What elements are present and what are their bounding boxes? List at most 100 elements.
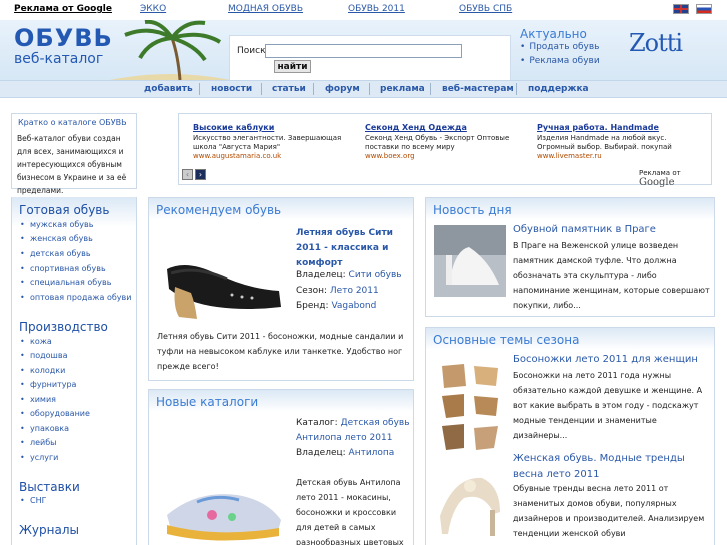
sidebar-heading-magazines[interactable]: Журналы <box>19 523 79 537</box>
nav-add[interactable]: добавить <box>144 84 193 94</box>
ads-by-google-label[interactable]: Реклама от Google <box>639 169 711 188</box>
sidebar-item[interactable]: кожа <box>20 337 52 346</box>
ad-item[interactable]: Ручная работа. Handmade Изделия Handmade… <box>537 123 697 161</box>
sidebar-item[interactable]: детская обувь <box>20 249 91 258</box>
nav-advertising[interactable]: реклама <box>380 84 425 94</box>
nav-separator <box>313 83 314 95</box>
sidebar-item[interactable]: СНГ <box>20 496 47 505</box>
sidebar-item[interactable]: колодки <box>20 366 65 375</box>
ad-title[interactable]: Высокие каблуки <box>193 123 353 132</box>
ads-by-google-link[interactable]: Реклама от Google <box>14 4 112 14</box>
sidebar-item[interactable]: специальная обувь <box>20 278 111 287</box>
sidebar-item[interactable]: подошва <box>20 351 67 360</box>
nav-news[interactable]: новости <box>211 84 252 94</box>
nav-webmasters[interactable]: веб-мастерам <box>442 84 514 94</box>
recommend-panel: Рекомендуем обувь Летняя обувь Сити 2011… <box>148 197 414 381</box>
ads-next-arrow-icon[interactable]: › <box>195 169 206 180</box>
kids-sneaker-image[interactable] <box>157 420 289 545</box>
aktual-link-ads-label: Реклама обуви <box>529 56 600 66</box>
womens-shoe-image[interactable] <box>434 456 506 542</box>
catalog-label: Каталог: <box>296 418 338 428</box>
recommend-product-title: Летняя обувь Сити 2011 - классика и комф… <box>296 228 393 268</box>
nav-forum[interactable]: форум <box>325 84 360 94</box>
recommend-owner: Владелец: Сити обувь <box>296 268 412 283</box>
recommend-header: Рекомендуем обувь <box>149 198 413 220</box>
zotti-brand-logo[interactable]: Zotti <box>629 29 683 57</box>
themes-title: Основные темы сезона <box>433 333 580 347</box>
site-logo-subtitle[interactable]: веб-каталог <box>14 51 103 67</box>
google-logo: Google <box>639 177 675 188</box>
about-title: Кратко о каталоге ОБУВЬ <box>18 118 127 127</box>
sidebar-heading-ready-shoes[interactable]: Готовая обувь <box>19 203 109 217</box>
sidebar-item[interactable]: оптовая продажа обуви <box>20 293 131 302</box>
ad-item[interactable]: Секонд Хенд Одежда Секонд Хенд Обувь - Э… <box>365 123 525 161</box>
news-headline: Обувной памятник в Праге <box>513 224 656 235</box>
aktual-link-ads[interactable]: Реклама обуви <box>520 56 600 66</box>
nav-separator <box>261 83 262 95</box>
ad-url[interactable]: www.augustamaria.co.uk <box>193 152 353 161</box>
sidebar-item[interactable]: мужская обувь <box>20 220 94 229</box>
top-link-fashion-shoes[interactable]: МОДНАЯ ОБУВЬ <box>228 4 303 14</box>
top-link-shoes-spb[interactable]: ОБУВЬ СПБ <box>459 4 512 14</box>
main-nav: добавить новости статьи форум реклама ве… <box>0 80 727 98</box>
themes-panel: Основные темы сезона Босоножки лето 2011… <box>425 327 715 545</box>
news-title: Новость дня <box>433 203 512 217</box>
top-link-shoes-2011[interactable]: ОБУВЬ 2011 <box>348 4 405 14</box>
sidebar-item[interactable]: фурнитура <box>20 380 77 389</box>
aktual-title: Актуально <box>520 27 587 41</box>
owner-link[interactable]: Сити обувь <box>349 270 402 280</box>
ad-desc: Искусство элегантности. Завершающая школ… <box>193 134 342 151</box>
nav-support[interactable]: поддержка <box>528 84 589 94</box>
season-label: Сезон: <box>296 286 328 296</box>
top-link-ecco[interactable]: ЭККО <box>140 4 166 14</box>
left-sidebar: Готовая обувь мужская обувь женская обув… <box>11 197 137 545</box>
about-box: Кратко о каталоге ОБУВЬ Веб-каталог обув… <box>11 113 137 195</box>
ad-url[interactable]: www.boex.org <box>365 152 525 161</box>
shoe-monument-image[interactable] <box>434 225 506 297</box>
ad-title[interactable]: Секонд Хенд Одежда <box>365 123 525 132</box>
news-panel: Новость дня Обувной памятник в Праге В П… <box>425 197 715 317</box>
sidebar-item[interactable]: оборудование <box>20 409 90 418</box>
black-wedge-shoe-image[interactable] <box>157 229 289 329</box>
ad-title[interactable]: Ручная работа. Handmade <box>537 123 697 132</box>
search-input[interactable] <box>265 44 462 58</box>
russian-flag-icon[interactable] <box>696 4 712 14</box>
season-link[interactable]: Лето 2011 <box>330 286 379 296</box>
ad-url[interactable]: www.livemaster.ru <box>537 152 697 161</box>
brand-link[interactable]: Vagabond <box>331 301 376 311</box>
site-logo-title[interactable]: ОБУВЬ <box>14 24 113 52</box>
owner-label: Владелец: <box>296 448 346 458</box>
nav-separator <box>430 83 431 95</box>
ad-desc: Изделия Handmade на любой вкус. Огромный… <box>537 134 672 151</box>
ads-footer-prefix: Реклама от <box>639 169 681 177</box>
sidebar-item[interactable]: химия <box>20 395 56 404</box>
sidebar-heading-production[interactable]: Производство <box>19 320 108 334</box>
sidebar-item[interactable]: упаковка <box>20 424 69 433</box>
search-button[interactable]: найти <box>274 60 311 73</box>
theme-link-sandals[interactable]: Босоножки лето 2011 для женщин <box>513 352 711 368</box>
recommend-brand: Бренд: Vagabond <box>296 299 412 314</box>
recommend-product-link[interactable]: Летняя обувь Сити 2011 - классика и комф… <box>296 226 408 271</box>
catalog-description: Детская обувь Антилопа лето 2011 - мокас… <box>296 478 404 545</box>
aktual-link-sell[interactable]: Продать обувь <box>520 42 599 52</box>
recommend-description: Летняя обувь Сити 2011 - босоножки, модн… <box>157 332 404 371</box>
sidebar-item[interactable]: лейбы <box>20 438 57 447</box>
nav-articles[interactable]: статьи <box>272 84 306 94</box>
ad-desc: Секонд Хенд Обувь - Экспорт Оптовые пост… <box>365 134 510 151</box>
ads-prev-arrow-icon[interactable]: ‹ <box>182 169 193 180</box>
english-flag-icon[interactable] <box>673 4 689 14</box>
catalogs-header: Новые каталоги <box>149 390 413 412</box>
sidebar-heading-exhibitions[interactable]: Выставки <box>19 480 80 494</box>
news-headline-link[interactable]: Обувной памятник в Праге <box>513 222 711 238</box>
brand-label: Бренд: <box>296 301 329 311</box>
sidebar-item[interactable]: услуги <box>20 453 59 462</box>
theme-link-womens[interactable]: Женская обувь. Модные тренды весна лето … <box>513 451 711 483</box>
site-header: ОБУВЬ веб-каталог Поиск найти Актуально … <box>0 20 727 90</box>
sidebar-item[interactable]: женская обувь <box>20 234 93 243</box>
top-link-bar: Реклама от Google ЭККО МОДНАЯ ОБУВЬ ОБУВ… <box>0 0 727 20</box>
ad-item[interactable]: Высокие каблуки Искусство элегантности. … <box>193 123 353 161</box>
owner-link[interactable]: Антилопа <box>349 448 395 458</box>
sandals-image[interactable] <box>434 356 506 456</box>
recommend-season: Сезон: Лето 2011 <box>296 284 412 299</box>
sidebar-item[interactable]: спортивная обувь <box>20 264 106 273</box>
